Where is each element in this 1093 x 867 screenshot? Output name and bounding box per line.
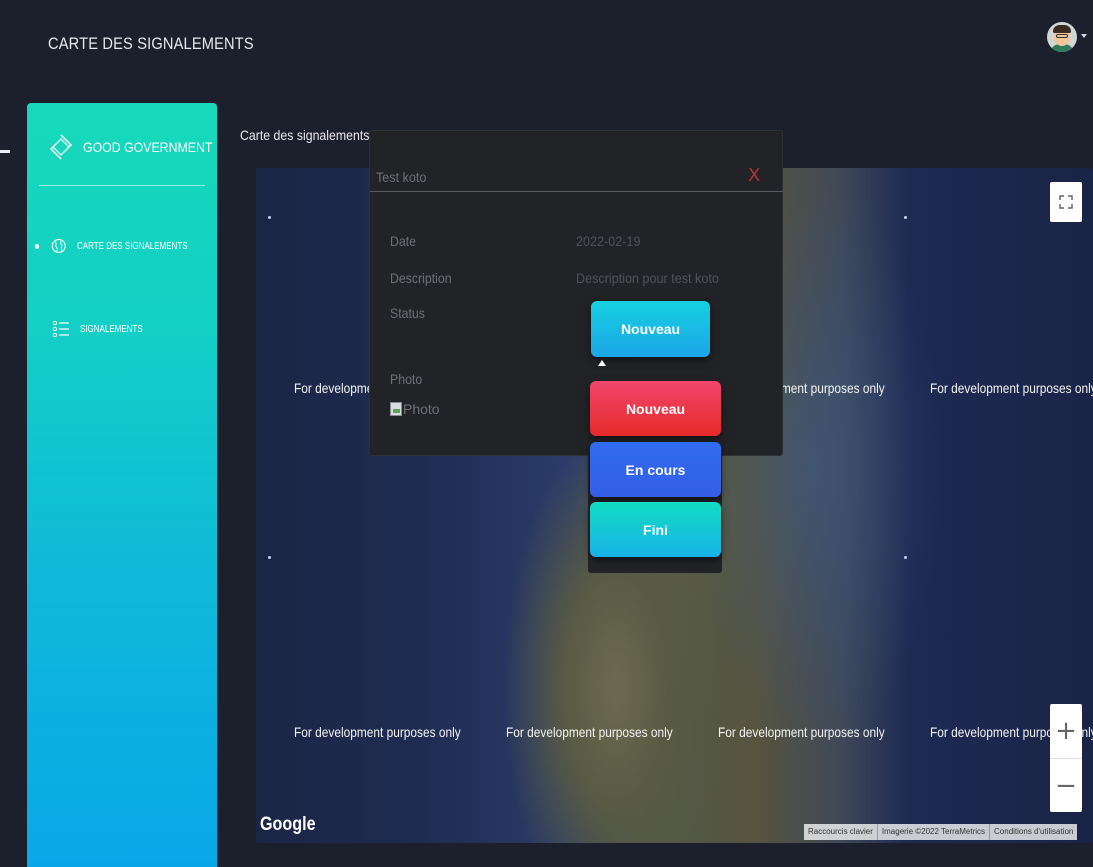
map-marker-dot bbox=[904, 216, 907, 219]
sidebar: GOOD GOVERNMENT CARTE DES SIGNALEMENTS S… bbox=[27, 103, 217, 867]
brand-logo-icon bbox=[49, 134, 73, 160]
status-dropdown-menu: Nouveau En cours Fini bbox=[588, 378, 722, 573]
date-value: 2022-02-19 bbox=[576, 233, 641, 249]
zoom-control: + − bbox=[1050, 704, 1082, 812]
description-value: Description pour test koto bbox=[576, 270, 719, 286]
sidebar-item-carte[interactable]: CARTE DES SIGNALEMENTS bbox=[35, 232, 215, 260]
keyboard-shortcuts-link[interactable]: Raccourcis clavier bbox=[804, 824, 878, 840]
map-watermark: For development purposes only bbox=[930, 380, 1093, 396]
close-button[interactable]: X bbox=[748, 165, 760, 186]
status-label: Status bbox=[390, 305, 425, 321]
popup-divider bbox=[370, 191, 784, 192]
sidebar-item-label: SIGNALEMENTS bbox=[80, 323, 143, 335]
map-marker-dot bbox=[268, 216, 271, 219]
sidebar-item-label: CARTE DES SIGNALEMENTS bbox=[76, 240, 188, 252]
brand[interactable]: GOOD GOVERNMENT bbox=[47, 127, 230, 167]
map-watermark: For development purposes only bbox=[294, 724, 461, 740]
status-dropdown-button[interactable]: Nouveau bbox=[591, 301, 710, 357]
top-header: CARTE DES SIGNALEMENTS bbox=[0, 0, 1093, 92]
description-label: Description bbox=[390, 270, 452, 286]
map-marker-dot bbox=[904, 556, 907, 559]
avatar-caret-icon[interactable] bbox=[1081, 34, 1087, 38]
imagery-credit: Imagerie ©2022 TerraMetrics bbox=[878, 824, 991, 840]
edge-marker bbox=[0, 150, 10, 153]
photo-label: Photo bbox=[390, 371, 423, 387]
brand-label: GOOD GOVERNMENT bbox=[83, 139, 213, 155]
status-option-fini[interactable]: Fini bbox=[590, 502, 721, 557]
date-label: Date bbox=[390, 233, 417, 249]
app-title: CARTE DES SIGNALEMENTS bbox=[48, 34, 254, 53]
photo-image: Photo bbox=[390, 401, 440, 417]
sidebar-item-signalements[interactable]: SIGNALEMENTS bbox=[35, 315, 215, 343]
caret-up-icon bbox=[598, 360, 606, 366]
map-watermark: For development purposes only bbox=[718, 724, 885, 740]
terms-link[interactable]: Conditions d'utilisation bbox=[990, 824, 1077, 840]
map-watermark: For development purposes only bbox=[506, 724, 673, 740]
active-dot-icon bbox=[35, 243, 40, 249]
google-logo: Google bbox=[260, 814, 316, 835]
popup-title: Test koto bbox=[376, 169, 427, 185]
map-marker-dot bbox=[268, 556, 271, 559]
fullscreen-icon bbox=[1059, 195, 1073, 209]
sidebar-divider bbox=[39, 185, 205, 186]
globe-icon bbox=[52, 238, 67, 254]
user-avatar-icon[interactable] bbox=[1047, 22, 1077, 52]
status-option-nouveau[interactable]: Nouveau bbox=[590, 381, 721, 436]
status-option-en-cours[interactable]: En cours bbox=[590, 442, 721, 497]
list-icon bbox=[52, 320, 69, 338]
zoom-out-button[interactable]: − bbox=[1050, 758, 1082, 812]
photo-alt-text: Photo bbox=[403, 401, 440, 417]
fullscreen-button[interactable] bbox=[1050, 182, 1082, 222]
broken-image-icon bbox=[390, 402, 402, 416]
zoom-in-button[interactable]: + bbox=[1050, 704, 1082, 758]
map-attribution: Raccourcis clavier Imagerie ©2022 TerraM… bbox=[804, 824, 1078, 840]
page-title: Carte des signalements bbox=[240, 127, 370, 143]
